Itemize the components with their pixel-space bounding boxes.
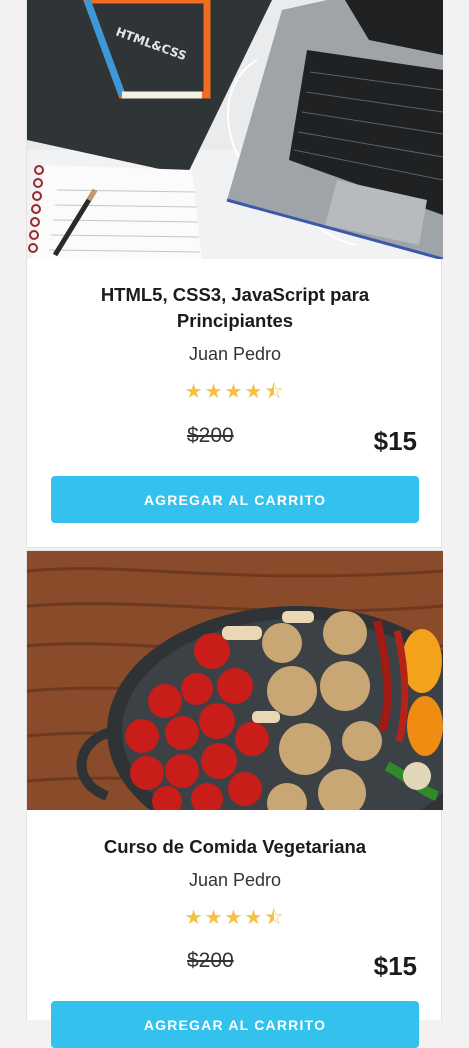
course-list: HTML&CSS HTML5, CSS3, JavaScript para Pr… xyxy=(0,0,469,1048)
rating-stars: ★★★★⯪ xyxy=(27,377,443,411)
course-title[interactable]: HTML5, CSS3, JavaScript para Principiant… xyxy=(57,282,413,334)
course-image-vegetarian[interactable] xyxy=(27,551,443,810)
star-icon: ★ xyxy=(204,381,225,403)
course-card[interactable]: Curso de Comida Vegetariana Juan Pedro ★… xyxy=(26,550,443,1048)
add-to-cart-button[interactable]: AGREGAR AL CARRITO xyxy=(51,1001,419,1048)
original-price: $200 xyxy=(187,949,234,972)
discount-price: $15 xyxy=(373,426,417,456)
star-icon: ★ xyxy=(224,381,245,403)
star-icon: ★ xyxy=(204,907,225,929)
course-card[interactable]: HTML&CSS HTML5, CSS3, JavaScript para Pr… xyxy=(26,0,443,548)
star-icon: ★ xyxy=(244,907,265,929)
original-price: $200 xyxy=(187,424,234,447)
rating-stars: ★★★★⯪ xyxy=(27,903,443,937)
star-icon: ★ xyxy=(224,907,245,929)
half-star-icon: ⯪ xyxy=(264,381,286,403)
vegetables-pan-illustration xyxy=(27,551,443,810)
laptop-book-illustration: HTML&CSS xyxy=(27,0,443,259)
star-icon: ★ xyxy=(184,381,205,403)
course-image-html-css[interactable]: HTML&CSS xyxy=(27,0,443,259)
course-author: Juan Pedro xyxy=(188,344,282,364)
add-to-cart-button[interactable]: AGREGAR AL CARRITO xyxy=(51,476,419,523)
discount-price: $15 xyxy=(373,951,417,981)
star-icon: ★ xyxy=(184,907,205,929)
course-author: Juan Pedro xyxy=(188,870,282,890)
course-title[interactable]: Curso de Comida Vegetariana xyxy=(57,834,413,860)
half-star-icon: ⯪ xyxy=(264,907,286,929)
star-icon: ★ xyxy=(244,381,265,403)
